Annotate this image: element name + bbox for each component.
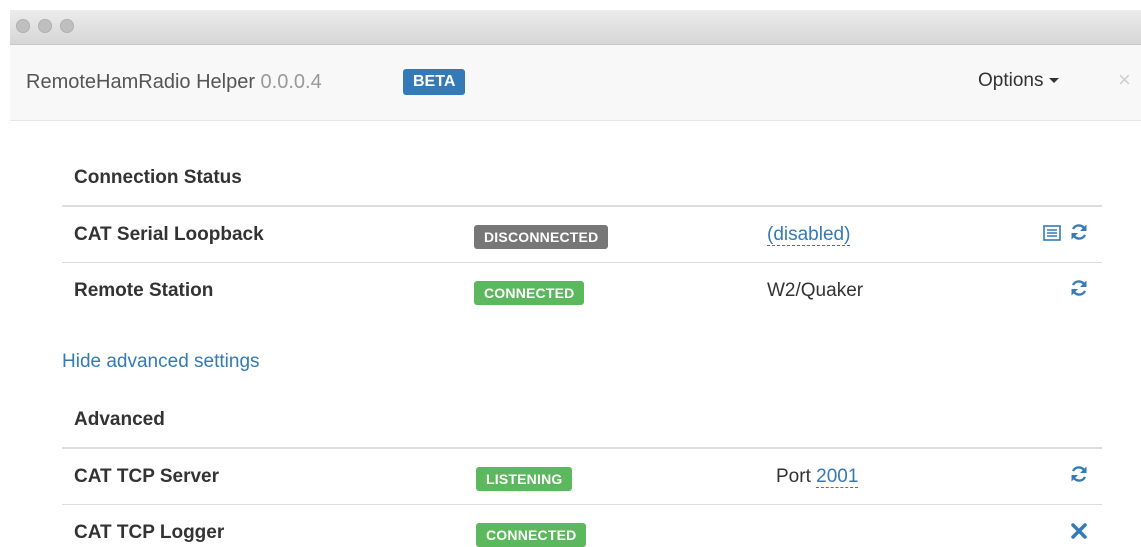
caret-down-icon xyxy=(1049,78,1060,84)
status-badge-connected: CONNECTED xyxy=(474,281,585,305)
status-badge-disconnected: DISCONNECTED xyxy=(474,225,609,249)
row-label-cat-serial-loopback: CAT Serial Loopback xyxy=(74,224,264,245)
refresh-icon[interactable] xyxy=(1069,278,1089,303)
cat-tcp-server-detail: Port 2001 xyxy=(776,466,859,488)
window-titlebar xyxy=(10,10,1141,45)
app-title: RemoteHamRadio Helper 0.0.0.4 xyxy=(26,71,322,94)
window-zoom-dot[interactable] xyxy=(60,19,74,33)
row-label-remote-station: Remote Station xyxy=(74,280,214,301)
refresh-icon[interactable] xyxy=(1069,222,1089,247)
divider xyxy=(62,205,1102,207)
status-badge-connected: CONNECTED xyxy=(476,523,587,547)
close-icon[interactable]: × xyxy=(1118,67,1131,93)
cat-serial-detail: (disabled) xyxy=(767,224,851,246)
beta-badge: BETA xyxy=(403,69,466,95)
refresh-icon[interactable] xyxy=(1069,464,1089,489)
window-close-dot[interactable] xyxy=(16,19,30,33)
disabled-link[interactable]: (disabled) xyxy=(767,224,851,246)
status-badge-listening: LISTENING xyxy=(476,467,573,491)
port-label: Port xyxy=(776,466,811,487)
list-icon[interactable] xyxy=(1043,224,1061,247)
options-label: Options xyxy=(978,70,1044,91)
divider xyxy=(62,447,1102,449)
hide-advanced-settings-link[interactable]: Hide advanced settings xyxy=(62,351,260,373)
advanced-heading: Advanced xyxy=(74,409,165,430)
divider xyxy=(62,504,1102,505)
close-icon[interactable] xyxy=(1070,522,1088,545)
window-minimize-dot[interactable] xyxy=(38,19,52,33)
row-label-cat-tcp-server: CAT TCP Server xyxy=(74,466,220,487)
app-navbar: RemoteHamRadio Helper 0.0.0.4 BETA Optio… xyxy=(10,45,1141,121)
app-version: 0.0.0.4 xyxy=(260,71,322,93)
row-label-cat-tcp-logger: CAT TCP Logger xyxy=(74,522,225,543)
options-dropdown[interactable]: Options xyxy=(978,70,1060,92)
divider xyxy=(62,262,1102,263)
port-value-link[interactable]: 2001 xyxy=(816,466,859,488)
remote-station-detail: W2/Quaker xyxy=(767,280,864,301)
connection-status-heading: Connection Status xyxy=(74,167,242,188)
app-name: RemoteHamRadio Helper xyxy=(26,71,255,93)
